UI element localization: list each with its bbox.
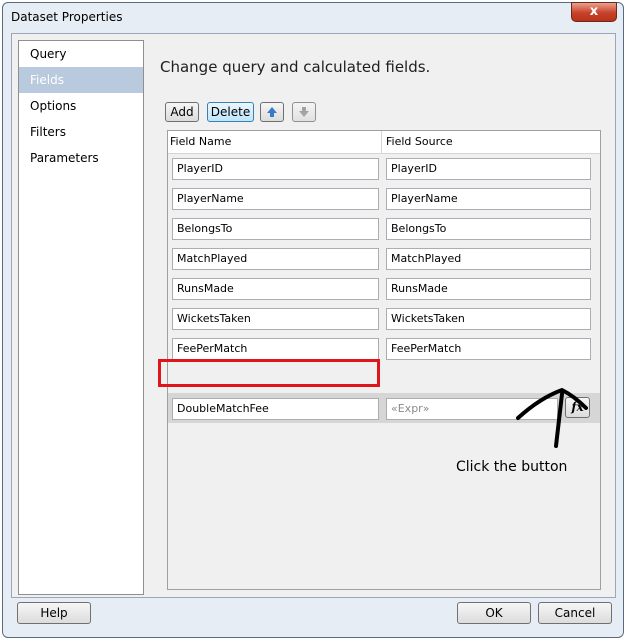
sidebar-item-parameters[interactable]: Parameters [19, 145, 143, 171]
field-source-input[interactable]: MatchPlayed [386, 248, 591, 270]
sidebar-item-options[interactable]: Options [19, 93, 143, 119]
highlight-box [158, 359, 380, 387]
dialog-body: Query Fields Options Filters Parameters … [11, 33, 616, 598]
annotation-arrow-icon [516, 388, 588, 448]
field-source-input[interactable]: PlayerID [386, 158, 591, 180]
field-name-input[interactable]: WicketsTaken [172, 308, 379, 330]
help-button-label: Help [40, 606, 68, 620]
column-header-field-name: Field Name [170, 135, 232, 148]
close-icon: x [589, 4, 599, 19]
move-down-button[interactable] [292, 102, 316, 122]
page-heading: Change query and calculated fields. [160, 58, 431, 76]
calculated-field-name-input[interactable]: DoubleMatchFee [172, 398, 379, 420]
field-source-input[interactable]: PlayerName [386, 188, 591, 210]
sidebar-item-query[interactable]: Query [19, 41, 143, 67]
column-header-field-source: Field Source [386, 135, 453, 148]
field-source-input[interactable]: WicketsTaken [386, 308, 591, 330]
field-name-input[interactable]: MatchPlayed [172, 248, 379, 270]
field-source-input[interactable]: BelongsTo [386, 218, 591, 240]
annotation-text: Click the button [456, 459, 568, 475]
move-up-button[interactable] [260, 102, 284, 122]
delete-button-label: Delete [210, 105, 251, 119]
cancel-button[interactable]: Cancel [538, 602, 612, 624]
field-name-input[interactable]: RunsMade [172, 278, 379, 300]
dialog-window: Dataset Properties x Query Fields Option… [2, 2, 624, 638]
help-button[interactable]: Help [17, 602, 91, 624]
add-button[interactable]: Add [165, 102, 199, 122]
field-name-input[interactable]: FeePerMatch [172, 338, 379, 360]
add-button-label: Add [170, 105, 194, 119]
sidebar-item-filters[interactable]: Filters [19, 119, 143, 145]
sidebar-item-fields[interactable]: Fields [19, 67, 143, 93]
arrow-down-icon [299, 107, 309, 117]
arrow-up-icon [267, 107, 277, 117]
close-button[interactable]: x [571, 2, 617, 22]
grid-header: Field Name Field Source [168, 131, 600, 154]
field-name-input[interactable]: PlayerID [172, 158, 379, 180]
window-title: Dataset Properties [11, 10, 123, 24]
column-divider [381, 131, 382, 153]
sidebar: Query Fields Options Filters Parameters [18, 40, 144, 595]
title-bar: Dataset Properties x [3, 2, 623, 35]
field-name-input[interactable]: PlayerName [172, 188, 379, 210]
ok-button-label: OK [485, 606, 503, 620]
delete-button[interactable]: Delete [207, 102, 254, 122]
cancel-button-label: Cancel [554, 606, 596, 620]
field-source-input[interactable]: FeePerMatch [386, 338, 591, 360]
field-name-input[interactable]: BelongsTo [172, 218, 379, 240]
ok-button[interactable]: OK [457, 602, 531, 624]
field-source-input[interactable]: RunsMade [386, 278, 591, 300]
